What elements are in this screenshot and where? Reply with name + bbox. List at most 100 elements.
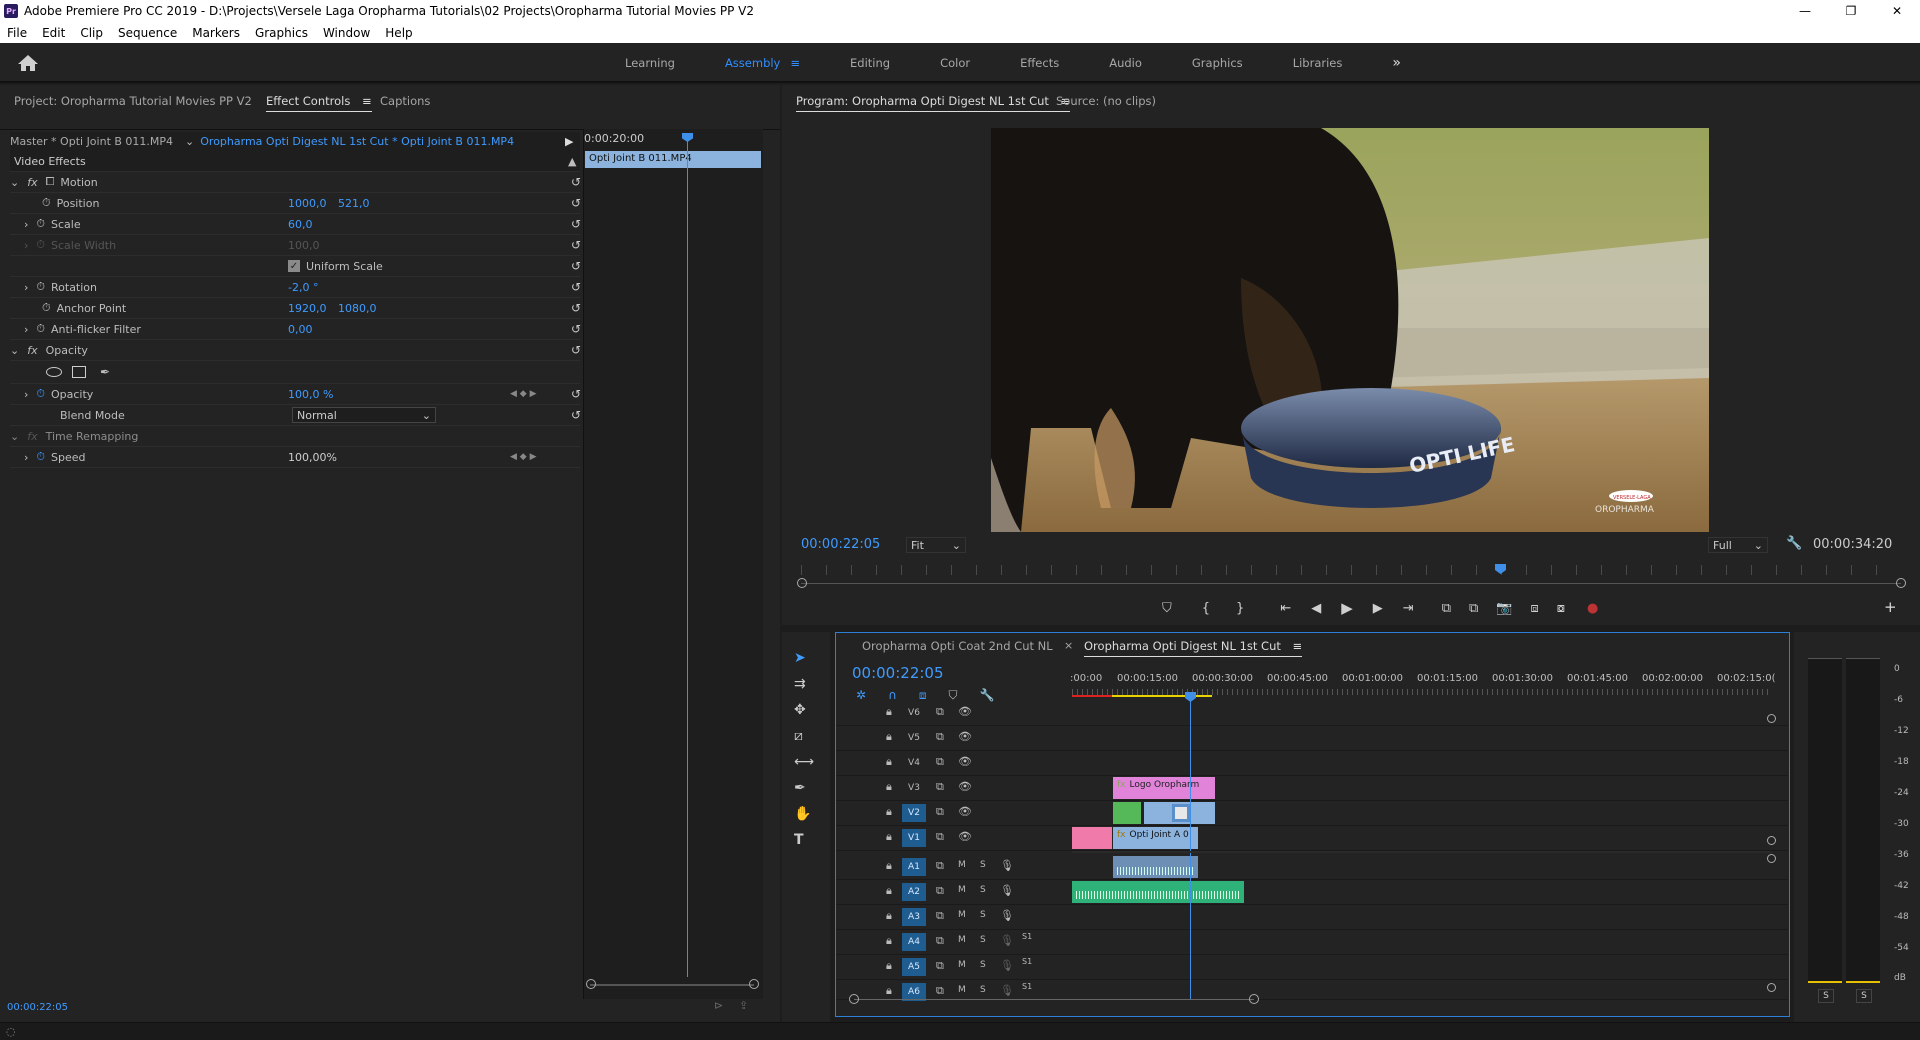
wrench-settings-icon[interactable]: 🔧 (1786, 536, 1802, 551)
chevron-down-icon[interactable]: ⌄ (185, 135, 194, 148)
add-button-icon[interactable]: + (1884, 598, 1897, 616)
panel-menu-icon[interactable]: ≡ (362, 94, 372, 108)
sync-lock-icon[interactable]: ⧉ (936, 984, 944, 998)
menu-help[interactable]: Help (378, 26, 420, 40)
fx-icon[interactable]: fx (27, 176, 37, 189)
extract-icon[interactable]: ⧉ (1469, 601, 1478, 616)
mark-in-icon[interactable]: { (1202, 601, 1210, 616)
razor-tool-icon[interactable]: ⧄ (794, 728, 814, 744)
fx-icon[interactable]: fx (27, 344, 37, 357)
sync-lock-icon[interactable]: ⧉ (936, 755, 944, 769)
eye-icon[interactable]: 👁︎ (958, 705, 972, 718)
expand-chevron-icon[interactable]: › (24, 218, 28, 231)
time-remapping-row[interactable]: ⌄ fx Time Remapping (10, 426, 580, 447)
solo-button[interactable]: S (980, 860, 986, 870)
scroll-handle-icon[interactable] (797, 578, 807, 588)
step-forward-icon[interactable]: ▶ (1373, 601, 1383, 616)
reset-icon[interactable]: ↺ (571, 196, 581, 210)
sync-lock-icon[interactable]: ⧉ (936, 959, 944, 973)
rectangle-mask-icon[interactable] (72, 366, 86, 378)
vertical-scroll-handle-icon[interactable] (1767, 983, 1776, 992)
antiflicker-value[interactable]: 0,00 (288, 323, 313, 336)
collapse-up-icon[interactable]: ▲ (568, 155, 576, 168)
selection-tool-icon[interactable]: ➤ (794, 650, 814, 666)
workspace-tab-libraries[interactable]: Libraries (1268, 56, 1368, 70)
opacity-effect-row[interactable]: ⌄ fx Opacity ↺ (10, 340, 581, 361)
workspace-menu-icon[interactable]: ≡ (780, 56, 800, 70)
track-label-v6[interactable]: V6 (902, 704, 926, 722)
program-video-frame[interactable]: OPTI LIFE VERSELE-LAGA OROPHARMA (991, 128, 1709, 532)
timeline-horizontal-scrollbar[interactable] (854, 999, 1254, 1000)
collapse-chevron-icon[interactable]: ⌄ (10, 344, 19, 357)
solo-button[interactable]: S (980, 910, 986, 920)
mini-timeline-clip[interactable]: Opti Joint B 011.MP4 (585, 151, 761, 168)
scale-value[interactable]: 60,0 (288, 218, 313, 231)
collapse-chevron-icon[interactable]: ⌄ (10, 430, 19, 443)
export-frame-camera-icon[interactable]: 📷 (1496, 601, 1512, 616)
mute-button[interactable]: M (958, 985, 966, 995)
lift-icon[interactable]: ⧉ (1442, 601, 1451, 616)
sync-lock-icon[interactable]: ⧉ (936, 705, 944, 719)
reset-icon[interactable]: ↺ (571, 175, 581, 189)
lock-icon[interactable]: 🔒︎ (886, 830, 892, 844)
menu-edit[interactable]: Edit (35, 26, 73, 40)
timeline-timecode[interactable]: 00:00:22:05 (852, 664, 944, 682)
scroll-handle-icon[interactable] (1249, 994, 1259, 1004)
stopwatch-icon[interactable]: ⏱ (36, 280, 45, 294)
lock-icon[interactable]: 🔒︎ (886, 909, 892, 923)
lock-icon[interactable]: 🔒︎ (886, 755, 892, 769)
workspace-overflow-icon[interactable]: » (1367, 55, 1426, 71)
eye-icon[interactable]: 👁︎ (958, 730, 972, 743)
track-label-v1[interactable]: V1 (902, 829, 926, 847)
program-time-ruler[interactable] (801, 565, 1901, 575)
fit-dropdown[interactable]: Fit ⌄ (906, 537, 966, 553)
track-label-a3[interactable]: A3 (902, 908, 926, 926)
lock-icon[interactable]: 🔒︎ (886, 730, 892, 744)
play-button-icon[interactable]: ▶ (1341, 599, 1353, 617)
track-label-a5[interactable]: A5 (902, 958, 926, 976)
tab-effect-controls[interactable]: Effect Controls ≡ (266, 94, 372, 112)
work-area-bar[interactable] (1072, 695, 1112, 697)
add-marker-icon[interactable]: ⛉ (1162, 601, 1172, 616)
audio-clip-a1[interactable] (1113, 856, 1198, 878)
mute-button[interactable]: M (958, 960, 966, 970)
mute-button[interactable]: M (958, 935, 966, 945)
stopwatch-icon[interactable]: ⏱ (36, 322, 45, 336)
minimize-button[interactable]: — (1782, 0, 1828, 22)
tab-source-monitor[interactable]: Source: (no clips) (1056, 94, 1156, 108)
solo-button[interactable]: S (980, 885, 986, 895)
step-back-icon[interactable]: ◀ (1311, 601, 1321, 616)
expand-chevron-icon[interactable]: › (24, 451, 28, 464)
close-tab-icon[interactable]: × (1064, 639, 1073, 652)
ripple-edit-tool-icon[interactable]: ✥ (794, 702, 814, 718)
lock-icon[interactable]: 🔒︎ (886, 959, 892, 973)
microphone-icon[interactable]: 🎙︎ (1000, 959, 1014, 972)
track-label-v2[interactable]: V2 (902, 804, 926, 822)
solo-button[interactable]: S (980, 960, 986, 970)
sync-lock-icon[interactable]: ⧉ (936, 934, 944, 948)
safe-margins-icon[interactable]: ⧇ (1557, 601, 1565, 616)
solo-button[interactable]: S (980, 935, 986, 945)
clip-green[interactable] (1113, 802, 1141, 824)
pen-tool-icon[interactable]: ✒ (794, 780, 814, 796)
motion-transform-icon[interactable]: ⧠ (46, 175, 55, 189)
track-label-v4[interactable]: V4 (902, 754, 926, 772)
timeline-playhead-line[interactable] (1190, 699, 1191, 999)
stopwatch-icon[interactable]: ⏱ (42, 301, 51, 315)
blend-mode-dropdown[interactable]: Normal ⌄ (292, 407, 436, 423)
stopwatch-icon[interactable]: ⏱ (42, 196, 51, 210)
hand-tool-icon[interactable]: ✋ (794, 806, 814, 822)
clip-blue-graphic[interactable] (1144, 802, 1215, 824)
panel-menu-icon[interactable]: ≡ (1293, 639, 1303, 653)
microphone-icon[interactable]: 🎙︎ (1000, 884, 1014, 897)
go-to-out-icon[interactable]: ⇥ (1403, 601, 1414, 616)
stopwatch-icon[interactable]: ⏱ (36, 217, 45, 231)
microphone-icon[interactable]: 🎙︎ (1000, 984, 1014, 997)
reset-icon[interactable]: ↺ (571, 387, 581, 401)
work-area-bar[interactable] (1112, 695, 1212, 697)
workspace-tab-color[interactable]: Color (915, 56, 995, 70)
audio-clip-a2[interactable] (1072, 881, 1244, 903)
mute-button[interactable]: M (958, 885, 966, 895)
uniform-scale-checkbox[interactable]: ✓ (288, 260, 300, 272)
scroll-handle-icon[interactable] (749, 979, 759, 989)
